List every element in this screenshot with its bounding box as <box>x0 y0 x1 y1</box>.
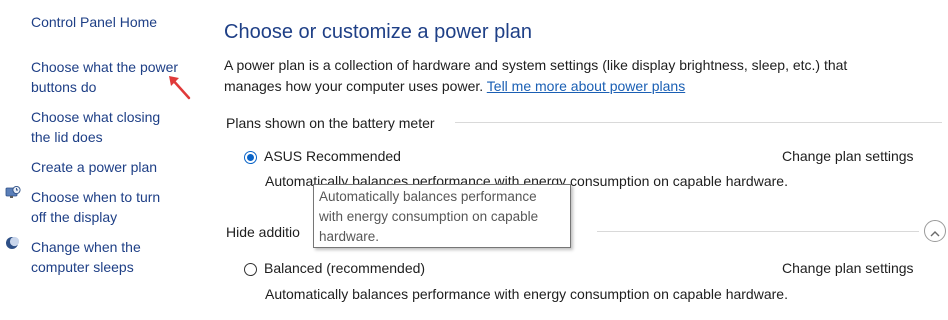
plan-radio-balanced[interactable] <box>244 263 257 276</box>
sidebar-item-label: the lid does <box>31 129 103 145</box>
section-divider <box>597 231 919 232</box>
plan-description-balanced: Automatically balances performance with … <box>265 286 788 302</box>
sidebar-item-label: Create a power plan <box>31 159 158 175</box>
sidebar-item-label: Change when the <box>31 239 141 255</box>
sidebar-item-create-plan[interactable]: Create a power plan <box>31 157 157 177</box>
red-arrow-icon <box>165 72 195 102</box>
intro-line: A power plan is a collection of hardware… <box>224 57 848 73</box>
hide-section-label: Hide additio <box>226 224 300 240</box>
page-title: Choose or customize a power plan <box>224 21 532 43</box>
change-plan-settings-link[interactable]: Change plan settings <box>782 258 914 279</box>
sidebar-item-label: Choose what closing <box>31 109 161 125</box>
intro-line-text: manages how your computer uses power. <box>224 78 484 94</box>
sidebar-item-power-buttons[interactable]: Choose what the power buttons do <box>31 57 178 97</box>
tooltip-line: hardware. <box>319 229 380 244</box>
section-divider <box>455 122 942 123</box>
sidebar-item-label: computer sleeps <box>31 259 134 275</box>
sidebar-home-link[interactable]: Control Panel Home <box>31 12 157 32</box>
tooltip: Automatically balances performance with … <box>313 184 571 248</box>
monitor-clock-icon <box>5 185 21 201</box>
sidebar-item-label: Choose what the power <box>31 59 179 75</box>
sidebar-item-label: off the display <box>31 209 118 225</box>
change-plan-settings-link[interactable]: Change plan settings <box>782 146 914 167</box>
intro-line-2: manages how your computer uses power. Te… <box>224 76 847 97</box>
sidebar-item-turn-off-display[interactable]: Choose when to turn off the display <box>31 187 160 227</box>
tell-me-more-link[interactable]: Tell me more about power plans <box>487 78 685 94</box>
intro-text: A power plan is a collection of hardware… <box>224 55 847 97</box>
battery-section-label: Plans shown on the battery meter <box>226 115 435 131</box>
sidebar-item-computer-sleeps[interactable]: Change when the computer sleeps <box>31 237 141 277</box>
sidebar-item-label: buttons do <box>31 79 97 95</box>
collapse-button[interactable] <box>924 220 946 242</box>
sidebar-item-label: Choose when to turn <box>31 189 161 205</box>
sidebar-item-closing-lid[interactable]: Choose what closing the lid does <box>31 107 160 147</box>
plan-name-asus: ASUS Recommended <box>264 148 401 164</box>
tooltip-line: with energy consumption on capable <box>319 209 539 224</box>
chevron-up-icon <box>930 226 940 237</box>
tooltip-line: Automatically balances performance <box>319 189 537 204</box>
moon-icon <box>5 236 20 250</box>
plan-radio-asus[interactable] <box>244 151 257 164</box>
plan-name-balanced: Balanced (recommended) <box>264 260 426 276</box>
